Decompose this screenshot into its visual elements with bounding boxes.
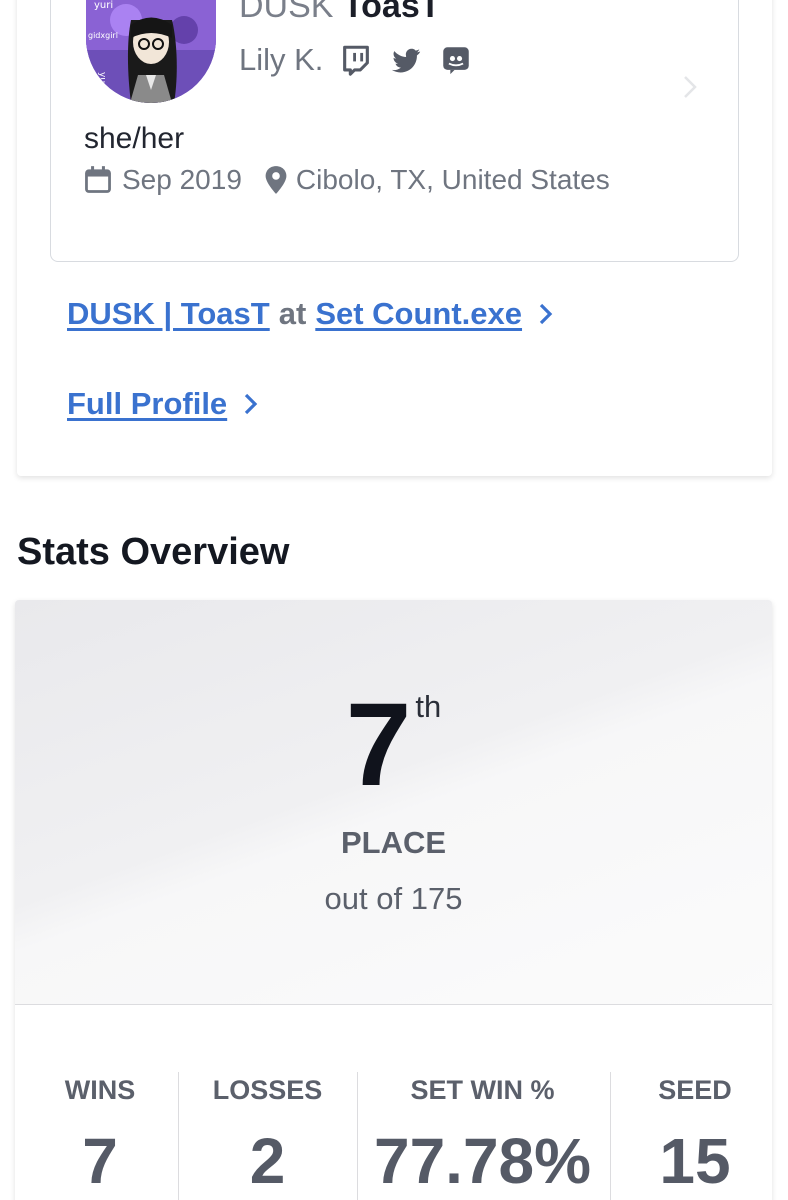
divider (610, 1072, 611, 1200)
stat-wins: WINS 7 (25, 1072, 175, 1196)
meta-row: Sep 2019 Cibolo, TX, United States (84, 164, 610, 196)
stat-value: 2 (249, 1125, 286, 1197)
placement: 7th (15, 685, 772, 805)
stat-label: SET WIN % (410, 1075, 555, 1105)
user-summary-card[interactable]: yuri girlxgirl gidxgirl yuri DUSK ToasT … (50, 0, 739, 262)
divider (357, 1072, 358, 1200)
placement-label: PLACE (340, 825, 447, 860)
chevron-right-icon[interactable] (536, 299, 558, 329)
placement-suffix: th (415, 689, 442, 724)
profile-card: yuri girlxgirl gidxgirl yuri DUSK ToasT … (17, 0, 772, 476)
pronouns: she/her (84, 122, 185, 155)
real-name-row: Lily K. (239, 42, 473, 78)
placement-panel: 7th PLACE out of 175 (15, 600, 772, 1005)
location-pin-icon (264, 165, 288, 195)
stat-value: 15 (659, 1125, 731, 1197)
at-label: at (278, 296, 307, 331)
avatar-text-gidxgirl: gidxgirl (88, 31, 118, 40)
chevron-right-icon[interactable] (679, 72, 701, 102)
stat-value: 7 (82, 1125, 118, 1197)
real-name: Lily K. (239, 42, 324, 77)
entrant-name-link[interactable]: DUSK | ToasT (67, 296, 270, 332)
gamertag: ToasT (342, 0, 441, 25)
discord-icon[interactable] (439, 43, 473, 77)
twitch-icon[interactable] (339, 43, 373, 77)
stat-losses: LOSSES 2 (185, 1072, 350, 1196)
entrant-total: out of 175 (324, 881, 463, 916)
calendar-icon (84, 165, 112, 195)
section-title: Stats Overview (17, 531, 290, 573)
stat-label: WINS (64, 1075, 136, 1105)
full-profile-link[interactable]: Full Profile (67, 386, 227, 422)
divider (178, 1072, 179, 1200)
stat-label: SEED (658, 1075, 732, 1105)
joined-date: Sep 2019 (122, 164, 242, 195)
stat-value: 77.78% (373, 1125, 592, 1197)
stats-card: 7th PLACE out of 175 WINS 7 LOSSES 2 SET… (15, 600, 772, 1200)
stat-seed: SEED 15 (620, 1072, 770, 1196)
chevron-right-icon[interactable] (241, 389, 263, 419)
avatar: yuri girlxgirl gidxgirl yuri (86, 0, 216, 103)
avatar-text-yuri-vertical: yuri (97, 72, 107, 89)
twitter-icon[interactable] (389, 43, 423, 77)
event-link[interactable]: Set Count.exe (315, 296, 522, 332)
sponsor-prefix: DUSK (239, 0, 334, 25)
avatar-text-yuri: yuri (94, 0, 113, 11)
player-name: DUSK ToasT (239, 0, 441, 24)
stat-set-win-percent: SET WIN % 77.78% (360, 1072, 605, 1196)
location: Cibolo, TX, United States (295, 164, 610, 195)
placement-number: 7 (345, 679, 412, 811)
entrant-link-row: DUSK | ToasT at Set Count.exe (67, 296, 558, 332)
full-profile-link-row: Full Profile (67, 386, 263, 422)
stat-label: LOSSES (212, 1075, 323, 1105)
